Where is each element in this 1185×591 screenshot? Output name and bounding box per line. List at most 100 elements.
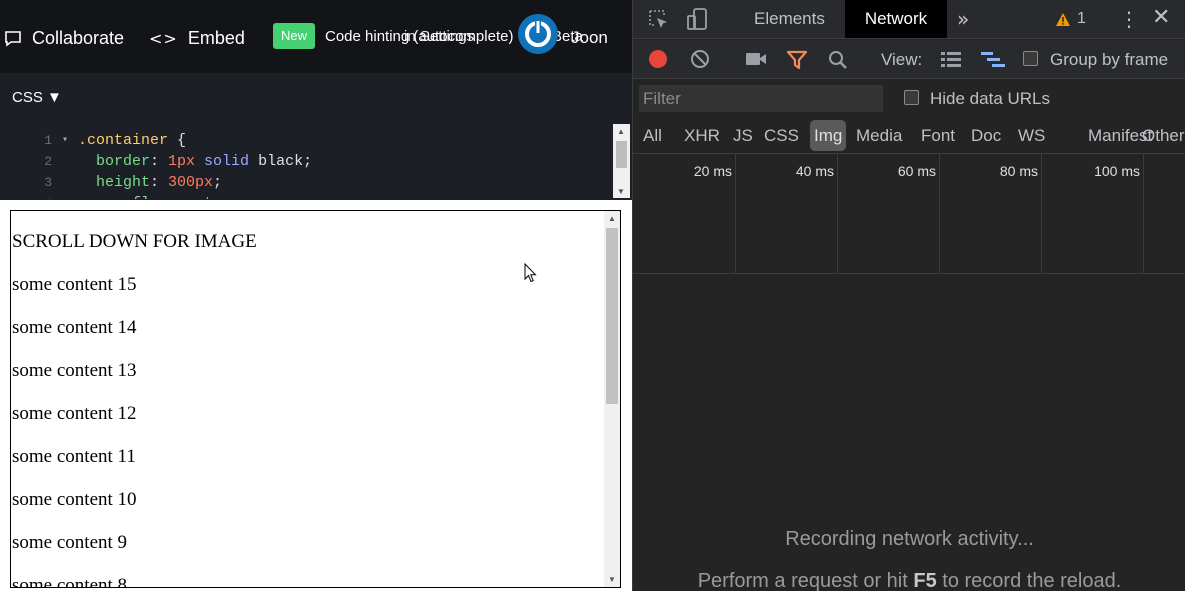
code-scrollbar[interactable]: ▲ ▼ bbox=[613, 124, 630, 198]
type-filter-doc[interactable]: Doc bbox=[971, 120, 1001, 151]
scroll-down-arrow-icon[interactable]: ▼ bbox=[608, 575, 616, 584]
tab-network[interactable]: Network bbox=[845, 0, 947, 38]
line-number: 3 bbox=[44, 175, 52, 190]
clear-icon[interactable] bbox=[690, 49, 710, 69]
code-scrollbar-thumb[interactable] bbox=[616, 141, 627, 168]
code-text: height: 300px; bbox=[78, 172, 222, 193]
network-toolbar: View: Group by frame bbox=[633, 40, 1185, 79]
result-preview: SCROLL DOWN FOR IMAGE some content 15 some… bbox=[0, 200, 632, 591]
reload-hint: Perform a request or hit F5 to record th… bbox=[633, 570, 1185, 591]
timeline-gridline bbox=[939, 154, 940, 273]
filter-icon[interactable] bbox=[786, 50, 808, 70]
more-tabs-chevron-icon[interactable]: » bbox=[957, 7, 969, 31]
warning-indicator[interactable]: 1 bbox=[1055, 10, 1086, 28]
waterfall-icon[interactable] bbox=[980, 50, 1006, 68]
large-rows-icon[interactable] bbox=[940, 50, 962, 68]
content-paragraph: some content 9 bbox=[12, 532, 128, 553]
close-devtools-icon[interactable]: ✕ bbox=[1152, 5, 1170, 30]
embed-label: Embed bbox=[187, 27, 245, 48]
reload-hint-prefix: Perform a request or hit bbox=[697, 570, 914, 591]
line-number: 4 bbox=[30, 193, 52, 199]
hide-data-urls-checkbox[interactable] bbox=[904, 90, 919, 105]
inspect-element-icon[interactable] bbox=[648, 9, 670, 31]
resource-type-filters: All XHR JS CSS Img Media Font Doc WS Manifest Othe… bbox=[633, 117, 1185, 154]
power-icon[interactable] bbox=[518, 14, 558, 54]
search-icon[interactable] bbox=[828, 50, 848, 70]
collaborate-button[interactable]: Collaborate bbox=[4, 26, 124, 50]
warning-icon bbox=[1056, 12, 1070, 26]
code-token: overflow bbox=[78, 195, 168, 199]
timeline-gridline bbox=[837, 154, 838, 273]
timeline-gridline bbox=[1143, 154, 1144, 273]
line-number: 1 bbox=[44, 133, 52, 148]
warning-count: 1 bbox=[1077, 10, 1086, 27]
type-filter-all[interactable]: All bbox=[643, 120, 662, 151]
content-paragraph: some content 15 bbox=[12, 274, 137, 295]
camera-icon[interactable] bbox=[745, 51, 767, 67]
editor-pane: Collaborate <> Embed New Code hinting (a… bbox=[0, 0, 632, 591]
device-toolbar-icon[interactable] bbox=[686, 7, 710, 31]
content-paragraph: some content 13 bbox=[12, 360, 137, 381]
code-token: { bbox=[168, 132, 187, 149]
mouse-cursor-icon bbox=[524, 263, 537, 283]
scroll-down-arrow-icon[interactable]: ▼ bbox=[617, 187, 625, 196]
code-text: .container { bbox=[78, 130, 186, 151]
reload-hint-key: F5 bbox=[913, 570, 937, 591]
code-token: ; bbox=[222, 195, 231, 199]
type-filter-other[interactable]: Other bbox=[1142, 120, 1185, 151]
css-language-dropdown[interactable]: CSS ▼ bbox=[12, 89, 62, 106]
code-token: auto bbox=[186, 195, 222, 199]
filter-input[interactable] bbox=[639, 85, 883, 112]
timeline-gridline bbox=[735, 154, 736, 273]
line-number: 2 bbox=[44, 154, 52, 169]
code-brackets-icon: <> bbox=[149, 28, 178, 48]
type-filter-ws[interactable]: WS bbox=[1018, 120, 1045, 151]
editor-topbar: Collaborate <> Embed New Code hinting (a… bbox=[0, 0, 632, 73]
code-token: 1px bbox=[168, 153, 196, 170]
code-token: ; bbox=[213, 174, 223, 191]
timeline-tick-label: 100 ms bbox=[1094, 163, 1140, 179]
type-filter-xhr[interactable]: XHR bbox=[684, 120, 720, 151]
css-code-editor[interactable]: 1 ▾ .container { 2 border: 1px solid black;… bbox=[0, 123, 632, 199]
reload-hint-suffix: to record the reload. bbox=[936, 570, 1122, 591]
group-by-frame-label[interactable]: Group by frame bbox=[1050, 50, 1168, 70]
scroll-up-arrow-icon[interactable]: ▲ bbox=[608, 214, 616, 223]
network-timeline-overview[interactable]: 20 ms 40 ms 60 ms 80 ms 100 ms bbox=[633, 154, 1185, 274]
preview-scrollbar-thumb[interactable] bbox=[606, 228, 618, 404]
user-name[interactable]: Joon bbox=[571, 28, 608, 48]
code-text: border: 1px solid black; bbox=[78, 151, 312, 172]
hide-data-urls-label[interactable]: Hide data URLs bbox=[930, 89, 1050, 109]
content-paragraph: some content 10 bbox=[12, 489, 137, 510]
code-token: height bbox=[78, 174, 151, 191]
settings-announcement: in Settings bbox=[404, 28, 475, 45]
type-filter-css[interactable]: CSS bbox=[764, 120, 799, 151]
code-token: black; bbox=[249, 153, 313, 170]
timeline-gridline bbox=[1041, 154, 1042, 273]
embed-button[interactable]: <> Embed bbox=[149, 26, 245, 50]
preview-scrollbar[interactable]: ▲ ▼ bbox=[604, 211, 620, 587]
record-icon[interactable] bbox=[648, 49, 668, 69]
fold-arrow-icon[interactable]: ▾ bbox=[62, 130, 68, 151]
timeline-tick-label: 20 ms bbox=[693, 163, 732, 179]
scroll-up-arrow-icon[interactable]: ▲ bbox=[617, 127, 625, 136]
type-filter-js[interactable]: JS bbox=[733, 120, 753, 151]
code-token: : bbox=[150, 174, 169, 191]
code-token: : bbox=[168, 195, 186, 199]
timeline-tick-label: 60 ms bbox=[897, 163, 936, 179]
group-by-frame-checkbox[interactable] bbox=[1023, 51, 1038, 66]
type-filter-media[interactable]: Media bbox=[856, 120, 902, 151]
scroll-heading: SCROLL DOWN FOR IMAGE bbox=[12, 231, 257, 252]
devtools-tab-bar: Elements Network » 1 ⋮ ✕ bbox=[633, 0, 1185, 39]
tab-elements[interactable]: Elements bbox=[738, 0, 841, 38]
type-filter-img[interactable]: Img bbox=[810, 120, 847, 151]
type-filter-font[interactable]: Font bbox=[921, 120, 955, 151]
chat-icon bbox=[5, 31, 21, 47]
code-token: solid bbox=[195, 153, 250, 170]
recording-message: Recording network activity... bbox=[785, 528, 1034, 550]
more-options-icon[interactable]: ⋮ bbox=[1119, 7, 1139, 31]
code-token: border bbox=[78, 153, 151, 170]
code-token: : bbox=[150, 153, 169, 170]
code-text: overflow: auto; bbox=[78, 193, 231, 199]
view-label: View: bbox=[881, 50, 923, 69]
filter-row: Hide data URLs bbox=[633, 80, 1185, 117]
